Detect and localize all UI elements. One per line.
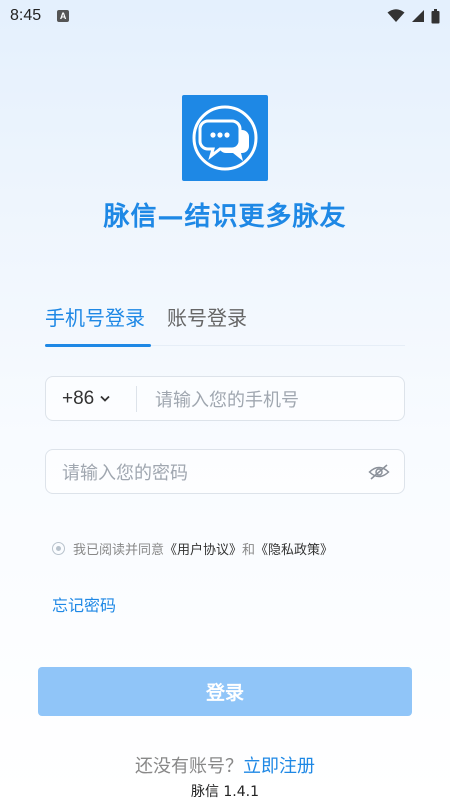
password-visibility-toggle[interactable] xyxy=(368,463,390,480)
privacy-policy-link[interactable]: 《隐私政策》 xyxy=(255,539,333,558)
login-tabs: 手机号登录 账号登录 xyxy=(45,302,247,345)
tab-account-login[interactable]: 账号登录 xyxy=(167,302,247,345)
eye-off-icon xyxy=(368,463,390,480)
app-version: 脉信 1.4.1 xyxy=(190,784,260,800)
chevron-down-icon xyxy=(100,395,110,402)
register-row: 还没有账号？立即注册 xyxy=(0,752,450,778)
battery-icon xyxy=(431,8,440,23)
user-agreement-link[interactable]: 《用户协议》 xyxy=(164,539,242,558)
status-bar: 8:45 A xyxy=(0,0,450,32)
agreement-row: 我已阅读并同意 《用户协议》 和 《隐私政策》 xyxy=(52,539,333,558)
country-code-selector[interactable]: +86 xyxy=(46,377,136,420)
agreement-radio[interactable] xyxy=(52,542,65,555)
agreement-and: 和 xyxy=(242,543,256,558)
phone-field: +86 请输入您的手机号 xyxy=(45,376,405,421)
signal-icon xyxy=(412,10,424,22)
status-icons xyxy=(387,8,440,24)
active-tab-indicator xyxy=(45,344,151,347)
app-title: 脉信—结识更多脉友 xyxy=(103,202,347,232)
password-input[interactable]: 请输入您的密码 xyxy=(62,459,368,485)
notification-a-icon: A xyxy=(57,10,70,22)
phone-input[interactable]: 请输入您的手机号 xyxy=(155,386,299,412)
country-code: +86 xyxy=(62,387,95,409)
app-logo xyxy=(182,95,268,181)
login-button[interactable]: 登录 xyxy=(38,667,412,716)
wifi-icon xyxy=(387,9,405,22)
agreement-prefix: 我已阅读并同意 xyxy=(73,543,165,558)
password-field: 请输入您的密码 xyxy=(45,449,405,494)
status-time: 8:45 xyxy=(10,7,42,24)
chat-bubbles-icon xyxy=(192,105,258,171)
register-link[interactable]: 立即注册 xyxy=(243,756,315,777)
field-separator xyxy=(136,385,137,412)
forgot-password-link[interactable]: 忘记密码 xyxy=(52,592,116,616)
register-prompt: 还没有账号？ xyxy=(135,756,243,777)
tab-phone-login[interactable]: 手机号登录 xyxy=(45,302,145,345)
